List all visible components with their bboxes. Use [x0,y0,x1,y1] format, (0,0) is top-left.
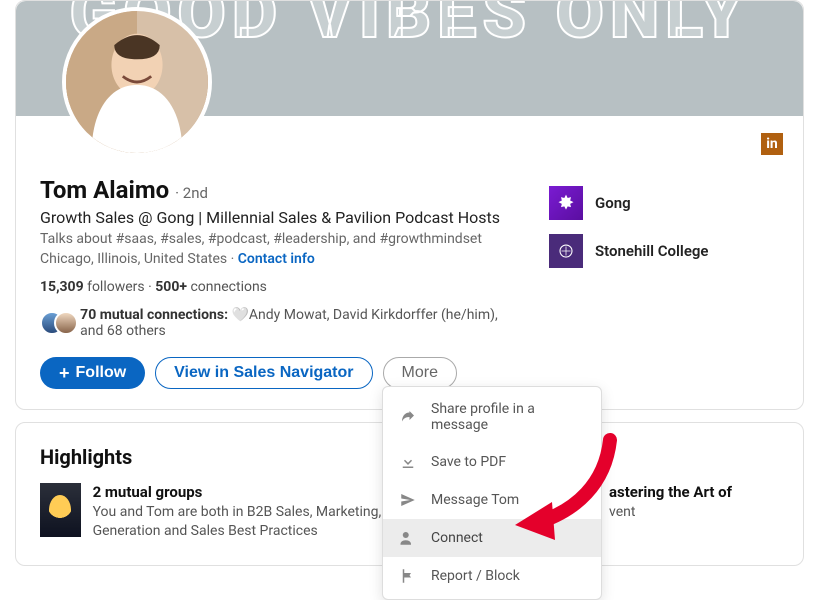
highlight-title: astering the Art of [609,483,732,501]
stonehill-logo-icon [549,234,583,268]
menu-item-share[interactable]: Share profile in a message [383,391,601,443]
profile-name: Tom Alaimo [40,176,169,204]
send-icon [399,491,417,509]
menu-item-connect[interactable]: Connect [383,519,601,557]
mutual-connections[interactable]: 70 mutual connections: 🤍Andy Mowat, Davi… [40,307,509,339]
current-company[interactable]: Gong [549,186,779,220]
highlight-item[interactable]: astering the Art of vent [609,483,779,541]
connection-degree: · 2nd [175,184,208,202]
connections-count[interactable]: 500+ [155,279,187,295]
location: Chicago, Illinois, United States [40,251,227,267]
plus-icon: + [59,364,70,382]
linkedin-badge-icon: in [761,133,783,155]
profile-card: GOOD VIBES ONLY in Tom Alaimo · 2nd Grow… [15,0,804,410]
sales-navigator-button[interactable]: View in Sales Navigator [155,357,372,389]
education[interactable]: Stonehill College [549,234,779,268]
contact-info-link[interactable]: Contact info [238,251,315,267]
connect-icon [399,529,417,547]
menu-item-message[interactable]: Message Tom [383,481,601,519]
followers-count[interactable]: 15,309 [40,279,84,295]
talks-about: Talks about #saas, #sales, #podcast, #le… [40,231,509,247]
menu-item-save-pdf[interactable]: Save to PDF [383,443,601,481]
org-label: Gong [595,194,631,212]
more-button[interactable]: More [383,357,457,389]
lightbulb-icon [40,483,81,537]
flag-icon [399,567,417,585]
avatar[interactable] [62,7,212,157]
mutual-avatars [40,311,72,335]
gong-logo-icon [549,186,583,220]
highlight-body: vent [609,503,732,522]
share-icon [399,408,417,426]
menu-item-report[interactable]: Report / Block [383,557,601,595]
download-icon [399,453,417,471]
org-label: Stonehill College [595,242,709,260]
more-dropdown: Share profile in a message Save to PDF M… [382,386,602,600]
profile-headline: Growth Sales @ Gong | Millennial Sales &… [40,208,509,227]
follow-button[interactable]: + Follow [40,357,145,389]
